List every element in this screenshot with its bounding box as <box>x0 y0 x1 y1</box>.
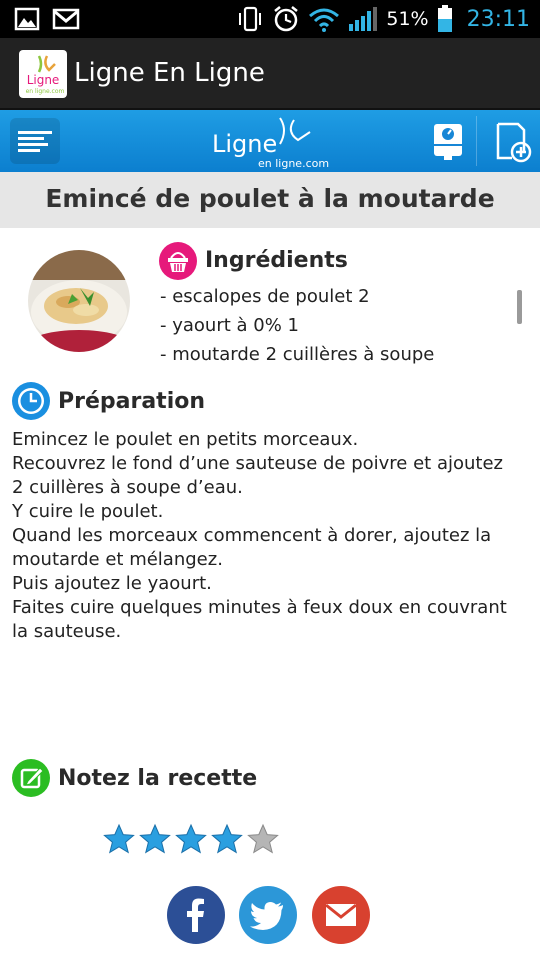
add-entry-button[interactable] <box>490 118 534 164</box>
recipe-title: Emincé de poulet à la moutarde <box>45 184 495 213</box>
twitter-share-button[interactable] <box>239 886 297 944</box>
ingredients-scrollbar[interactable] <box>517 290 522 324</box>
toolbar-divider <box>476 116 477 166</box>
star-icon[interactable] <box>211 823 243 855</box>
twitter-icon <box>250 902 283 930</box>
star-rating[interactable] <box>103 823 279 855</box>
ingredients-heading: Ingrédients <box>205 248 348 273</box>
app-logo-text: Ligne <box>27 73 60 87</box>
preparation-line: Y cuire le poulet. <box>12 501 164 522</box>
toolbar-logo-text: Ligne <box>212 130 277 158</box>
basket-icon <box>159 242 197 280</box>
clock: 23:11 <box>466 6 530 32</box>
app-logo-subtext: en ligne.com <box>26 88 65 95</box>
rating-heading: Notez la recette <box>58 766 258 791</box>
toolbar-logo-subtext: en ligne.com <box>258 157 329 170</box>
preparation-line: la sauteuse. <box>12 621 122 642</box>
recipe-photo <box>28 250 130 352</box>
app-title: Ligne En Ligne <box>74 58 265 88</box>
star-icon[interactable] <box>139 823 171 855</box>
app-logo: Ligne en ligne.com <box>19 50 67 98</box>
facebook-icon <box>187 898 204 932</box>
ingredient-item: - yaourt à 0% 1 <box>160 315 299 336</box>
clock-icon <box>12 382 50 420</box>
add-page-icon <box>496 122 532 163</box>
menu-button[interactable] <box>10 118 60 164</box>
title-band: Emincé de poulet à la moutarde <box>0 172 540 228</box>
ingredient-item: - moutarde 2 cuillères à soupe <box>160 344 435 365</box>
image-icon <box>14 7 40 31</box>
mail-icon <box>325 903 357 926</box>
scale-icon <box>434 124 462 160</box>
preparation-line: moutarde et mélangez. <box>12 549 223 570</box>
preparation-line: Faites cuire quelques minutes à feux dou… <box>12 597 507 618</box>
weigh-in-button[interactable] <box>426 118 470 164</box>
preparation-line: 2 cuillères à soupe d’eau. <box>12 477 243 498</box>
ingredient-item: - escalopes de poulet 2 <box>160 286 370 307</box>
wifi-icon <box>309 8 340 32</box>
toolbar-logo[interactable]: Ligne en ligne.com <box>210 114 340 170</box>
preparation-line: Puis ajoutez le yaourt. <box>12 573 212 594</box>
star-icon[interactable] <box>103 823 135 855</box>
signal-icon <box>349 7 378 31</box>
preparation-heading: Préparation <box>58 389 206 414</box>
vibrate-icon <box>239 6 262 32</box>
preparation-text: Emincez le poulet en petits morceaux. Re… <box>12 428 532 644</box>
battery-percent: 51% <box>386 8 429 30</box>
star-icon[interactable] <box>247 823 279 855</box>
facebook-share-button[interactable] <box>167 886 225 944</box>
ingredients-list[interactable]: - escalopes de poulet 2 - yaourt à 0% 1 … <box>160 283 500 370</box>
preparation-line: Emincez le poulet en petits morceaux. <box>12 429 359 450</box>
star-icon[interactable] <box>175 823 207 855</box>
battery-icon <box>437 5 452 32</box>
preparation-line: Recouvrez le fond d’une sauteuse de poiv… <box>12 453 503 474</box>
action-bar: Ligne en ligne.com Ligne En Ligne <box>0 38 540 110</box>
mail-share-button[interactable] <box>312 886 370 944</box>
menu-icon <box>18 131 52 152</box>
preparation-line: Quand les morceaux commencent à dorer, a… <box>12 525 492 546</box>
alarm-icon <box>274 6 299 32</box>
edit-icon <box>12 759 50 797</box>
gmail-icon <box>52 8 80 30</box>
status-bar: 51% 23:11 <box>0 0 540 38</box>
toolbar: Ligne en ligne.com <box>0 110 540 172</box>
